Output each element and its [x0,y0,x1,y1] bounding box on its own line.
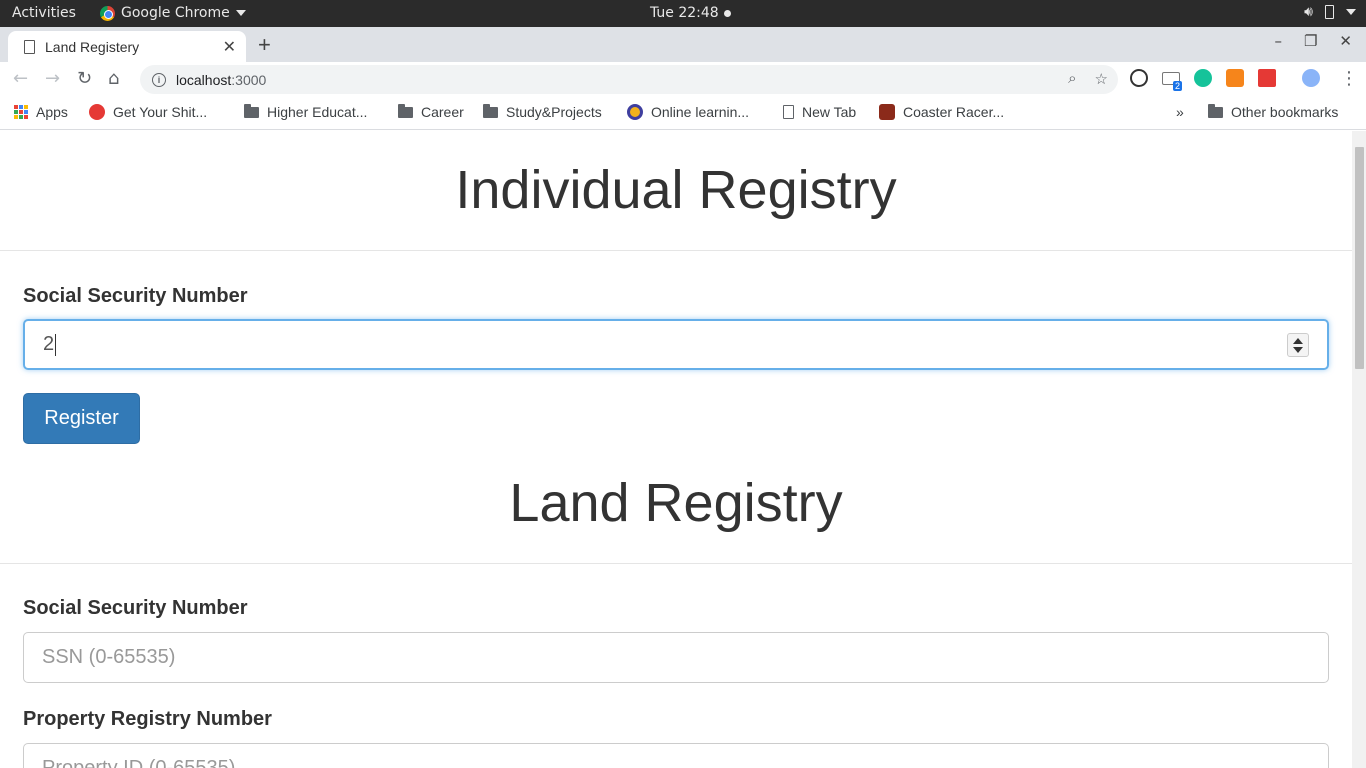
ssn-label: Social Security Number [23,285,248,307]
land-ssn-label: Social Security Number [23,597,248,619]
bookmark-label: Study&Projects [506,104,602,120]
menu-kebab-icon[interactable]: ⋮ [1340,68,1358,89]
extension-c-icon[interactable] [1258,69,1276,87]
reload-icon[interactable]: ↻ [77,68,92,89]
battery-icon [1325,5,1334,19]
page-icon [783,105,794,119]
zoom-icon[interactable]: ⌕ [1068,70,1076,88]
site-favicon-icon [879,104,895,120]
address-bar[interactable]: i localhost:3000 ⌕ ☆ [140,65,1118,94]
bookmark-label: New Tab [802,104,857,120]
land-ssn-input[interactable]: SSN (0-65535) [23,632,1329,683]
window-controls: – ❐ ✕ [1274,32,1352,50]
bookmark-label: Get Your Shit... [113,104,208,120]
app-menu-label: Google Chrome [121,5,230,21]
bookmark-label: Other bookmarks [1231,104,1339,120]
bookmark-folder[interactable]: Higher Educat... [244,103,368,120]
app-menu[interactable]: Google Chrome [100,5,246,21]
grammarly-icon[interactable] [1194,69,1212,87]
bookmark-label: Coaster Racer... [903,104,1005,120]
page-scrollbar[interactable] [1352,131,1366,768]
text-cursor [55,333,57,356]
close-icon[interactable]: ✕ [223,37,236,56]
divider [0,563,1352,564]
bookmark-item[interactable]: Online learnin... [627,104,749,120]
new-tab-button[interactable]: + [258,32,271,58]
notification-dot-icon [723,9,731,17]
site-favicon-icon [627,104,643,120]
chrome-icon [100,5,115,21]
chevron-down-icon [235,10,246,16]
bookmark-other[interactable]: Other bookmarks [1208,103,1339,120]
apps-grid-icon [14,105,28,119]
caret-down-icon[interactable] [1293,346,1303,353]
activities-button[interactable]: Activities [12,5,76,21]
url-port: :3000 [231,71,267,88]
extension-icon[interactable] [1130,69,1148,87]
bookmarks-bar: Apps Get Your Shit... Higher Educat... C… [0,96,1366,130]
ssn-number-input[interactable]: 2 [23,319,1329,370]
bookmark-label: Career [421,104,464,120]
register-button[interactable]: Register [23,393,140,444]
back-icon[interactable]: ← [13,68,28,89]
tab-strip: Land Registery ✕ + – ❐ ✕ [0,27,1366,62]
bookmark-label: Higher Educat... [267,104,368,120]
system-menu[interactable]: 🔊︎ [1304,4,1356,20]
home-icon[interactable]: ⌂ [108,68,119,89]
volume-icon: 🔊︎ [1304,4,1313,20]
page-content: Individual Registry Social Security Numb… [0,131,1352,768]
forward-icon[interactable]: → [45,68,60,89]
folder-icon [398,103,413,118]
bookmark-item[interactable]: Coaster Racer... [879,104,1004,120]
individual-registry-title: Individual Registry [455,160,897,220]
property-id-label: Property Registry Number [23,708,272,730]
number-stepper[interactable] [1287,333,1309,357]
folder-icon [483,103,498,118]
bookmark-label: Online learnin... [651,104,750,120]
folder-icon [1208,103,1223,118]
folder-icon [244,103,259,118]
bookmark-label: Apps [36,104,68,120]
site-favicon-icon [89,104,105,120]
caret-up-icon[interactable] [1293,337,1303,344]
bookmark-apps[interactable]: Apps [14,104,68,120]
bookmark-star-icon[interactable]: ☆ [1095,70,1108,88]
clock[interactable]: Tue 22:48 [650,5,731,21]
minimize-icon[interactable]: – [1274,32,1282,50]
property-id-placeholder: Property ID (0-65535) [42,757,236,768]
bookmark-item[interactable]: Get Your Shit... [89,104,207,120]
divider [0,250,1352,251]
system-top-bar: Activities Google Chrome Tue 22:48 🔊︎ [0,0,1366,27]
chevron-down-icon [1346,9,1356,15]
browser-toolbar: ← → ↻ ⌂ i localhost:3000 ⌕ ☆ 2 ⋮ [0,62,1366,96]
ssn-value: 2 [43,333,55,355]
tab-land-registery[interactable]: Land Registery ✕ [8,31,246,62]
bookmark-folder[interactable]: Study&Projects [483,103,602,120]
property-id-input[interactable]: Property ID (0-65535) [23,743,1329,768]
land-registry-title: Land Registry [509,473,843,533]
bookmarks-overflow-button[interactable]: » [1176,104,1184,120]
url-host: localhost [176,71,232,88]
restore-icon[interactable]: ❐ [1304,32,1317,50]
scrollbar-thumb[interactable] [1355,147,1364,369]
land-ssn-placeholder: SSN (0-65535) [42,646,176,668]
info-icon[interactable]: i [152,72,166,87]
mail-badge: 2 [1173,81,1183,91]
tab-title: Land Registery [45,38,140,55]
page-icon [24,39,35,54]
clock-label: Tue 22:48 [650,5,719,21]
bookmark-item[interactable]: New Tab [783,104,856,120]
profile-avatar[interactable] [1302,69,1320,87]
metamask-icon[interactable] [1226,69,1244,87]
bookmark-folder[interactable]: Career [398,103,464,120]
close-window-icon[interactable]: ✕ [1339,32,1352,50]
